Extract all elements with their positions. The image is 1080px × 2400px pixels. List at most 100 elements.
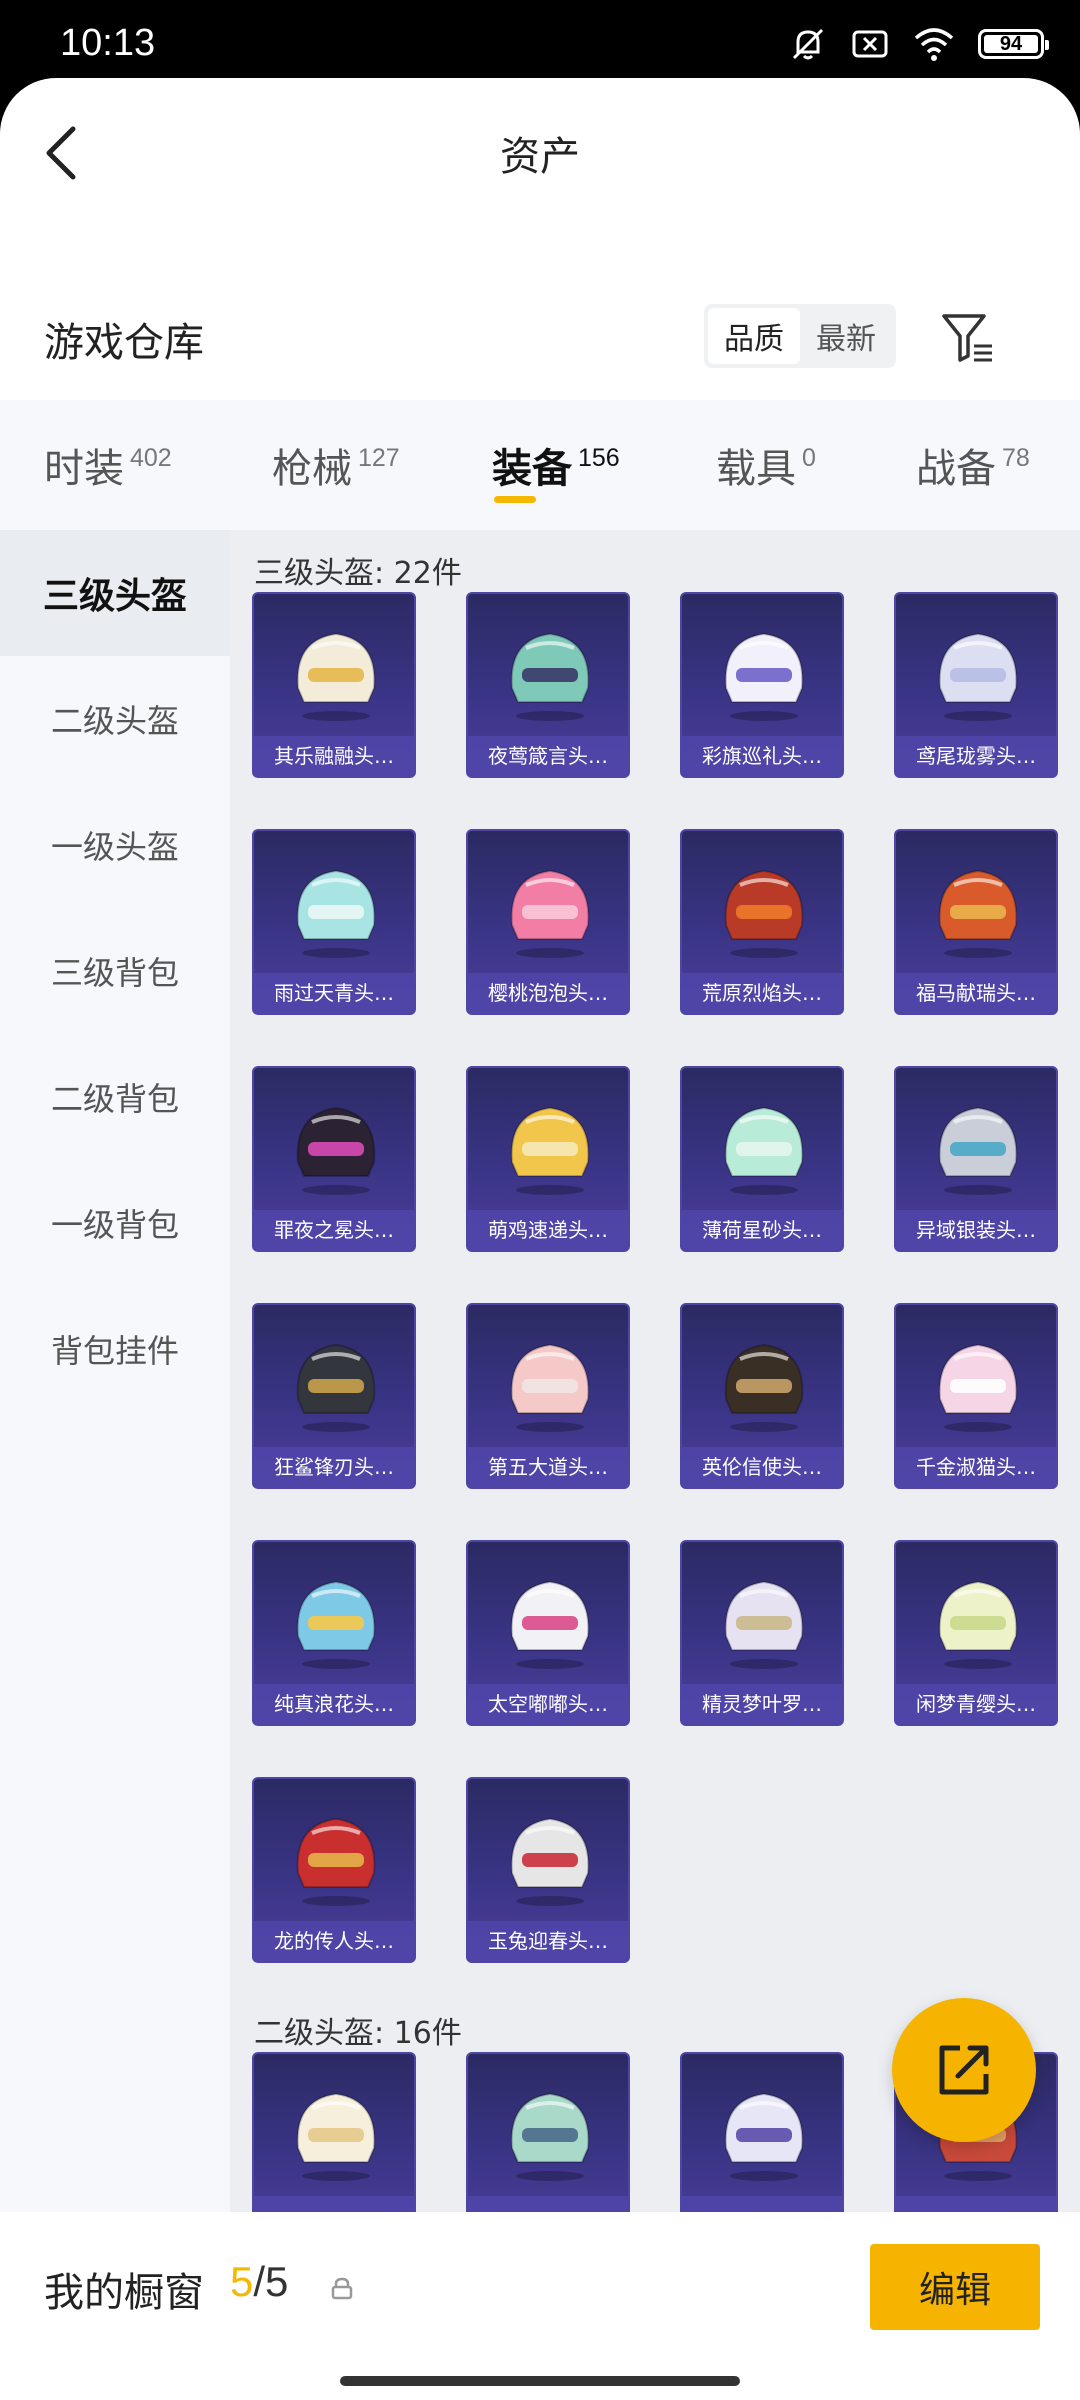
item-card[interactable]: 罪夜之冕头…	[252, 1066, 416, 1252]
helmet-icon	[296, 1106, 376, 1195]
helmet-icon	[510, 2092, 590, 2181]
tab-equipment[interactable]: 装备 156	[492, 400, 620, 530]
item-card[interactable]: 纯真浪花头…	[252, 1540, 416, 1726]
helmet-icon	[296, 869, 376, 958]
item-name: 鸢尾珑雾头…	[896, 736, 1056, 776]
item-card[interactable]	[680, 2052, 844, 2238]
filter-button[interactable]	[938, 308, 998, 368]
item-card[interactable]: 太空嘟嘟头…	[466, 1540, 630, 1726]
sidebar-item-backpack-charm[interactable]: 背包挂件	[0, 1286, 230, 1412]
helmet-icon	[938, 632, 1018, 721]
item-card[interactable]: 萌鸡速递头…	[466, 1066, 630, 1252]
active-tab-indicator	[494, 496, 536, 503]
tab-count: 127	[358, 443, 400, 472]
tab-label: 战备	[916, 446, 996, 492]
helmet-icon	[296, 1343, 376, 1432]
item-name: 樱桃泡泡头…	[468, 973, 628, 1013]
item-card[interactable]: 樱桃泡泡头…	[466, 829, 630, 1015]
item-name: 精灵梦叶罗…	[682, 1684, 842, 1724]
item-name: 千金淑猫头…	[896, 1447, 1056, 1487]
tab-count: 156	[578, 443, 620, 472]
helmet-icon	[296, 2092, 376, 2181]
filter-icon	[942, 314, 992, 362]
showcase-max: 5	[265, 2258, 289, 2305]
share-button[interactable]	[892, 1998, 1036, 2142]
helmet-icon	[510, 632, 590, 721]
item-name: 萌鸡速递头…	[468, 1210, 628, 1250]
showcase-current: 5	[230, 2258, 254, 2305]
battery-icon: 94	[978, 29, 1049, 59]
sort-option-quality[interactable]: 品质	[708, 308, 800, 364]
helmet-icon	[938, 1580, 1018, 1669]
item-card[interactable]: 龙的传人头…	[252, 1777, 416, 1963]
item-card[interactable]: 狂鲨锋刃头…	[252, 1303, 416, 1489]
showcase-label: 我的橱窗	[44, 2270, 204, 2316]
warehouse-title: 游戏仓库	[44, 320, 204, 366]
header: 资产	[0, 78, 1080, 228]
helmet-icon	[510, 1580, 590, 1669]
helmet-icon	[510, 1343, 590, 1432]
item-card[interactable]: 第五大道头…	[466, 1303, 630, 1489]
tab-label: 装备	[492, 446, 572, 492]
sidebar-item-level1-backpack[interactable]: 一级背包	[0, 1160, 230, 1286]
item-card[interactable]: 夜莺箴言头…	[466, 592, 630, 778]
sort-option-latest[interactable]: 最新	[800, 308, 892, 364]
item-name: 福马献瑞头…	[896, 973, 1056, 1013]
item-card[interactable]: 英伦信使头…	[680, 1303, 844, 1489]
tab-supplies[interactable]: 战备 78	[916, 400, 1030, 530]
sim-off-icon	[852, 30, 888, 58]
item-name: 罪夜之冕头…	[254, 1210, 414, 1250]
helmet-icon	[296, 1817, 376, 1906]
helmet-icon	[510, 869, 590, 958]
showcase-bar: 我的橱窗 5/5 编辑	[0, 2212, 1080, 2400]
tab-vehicles[interactable]: 载具 0	[716, 400, 816, 530]
sidebar-item-level2-backpack[interactable]: 二级背包	[0, 1034, 230, 1160]
tab-label: 时装	[44, 446, 124, 492]
item-name: 荒原烈焰头…	[682, 973, 842, 1013]
item-name: 异域银装头…	[896, 1210, 1056, 1250]
item-card[interactable]: 福马献瑞头…	[894, 829, 1058, 1015]
edit-button[interactable]: 编辑	[870, 2244, 1040, 2330]
helmet-icon	[724, 2092, 804, 2181]
item-card[interactable]: 异域银装头…	[894, 1066, 1058, 1252]
helmet-icon	[296, 632, 376, 721]
page: 资产 游戏仓库 品质 最新 时装 402 枪械 127 装备 156 载具 0	[0, 78, 1080, 2400]
item-card[interactable]: 雨过天青头…	[252, 829, 416, 1015]
helmet-icon	[510, 1817, 590, 1906]
sidebar-item-level3-backpack[interactable]: 三级背包	[0, 908, 230, 1034]
item-name: 狂鲨锋刃头…	[254, 1447, 414, 1487]
helmet-icon	[724, 1106, 804, 1195]
item-card[interactable]: 薄荷星砂头…	[680, 1066, 844, 1252]
group-title: 三级头盔: 22件	[254, 556, 462, 591]
sort-toggle: 品质 最新	[704, 304, 896, 368]
tab-weapons[interactable]: 枪械 127	[272, 400, 400, 530]
tab-count: 78	[1002, 443, 1030, 472]
tab-count: 0	[802, 443, 816, 472]
tab-label: 枪械	[272, 446, 352, 492]
item-card[interactable]: 千金淑猫头…	[894, 1303, 1058, 1489]
item-card[interactable]: 精灵梦叶罗…	[680, 1540, 844, 1726]
category-tabs: 时装 402 枪械 127 装备 156 载具 0 战备 78	[0, 400, 1080, 530]
item-card[interactable]: 鸢尾珑雾头…	[894, 592, 1058, 778]
lock-icon	[331, 2277, 353, 2300]
item-name: 纯真浪花头…	[254, 1684, 414, 1724]
status-time: 10:13	[60, 22, 156, 64]
wifi-icon	[914, 28, 954, 61]
item-card[interactable]: 玉兔迎春头…	[466, 1777, 630, 1963]
sidebar-item-level3-helmet[interactable]: 三级头盔	[0, 530, 230, 656]
status-bar: 10:13 94	[0, 0, 1080, 80]
item-name: 夜莺箴言头…	[468, 736, 628, 776]
item-card[interactable]	[252, 2052, 416, 2238]
item-card[interactable]: 彩旗巡礼头…	[680, 592, 844, 778]
sidebar-item-level2-helmet[interactable]: 二级头盔	[0, 656, 230, 782]
helmet-icon	[724, 1343, 804, 1432]
item-name: 玉兔迎春头…	[468, 1921, 628, 1961]
item-name: 彩旗巡礼头…	[682, 736, 842, 776]
item-card[interactable]: 闲梦青缨头…	[894, 1540, 1058, 1726]
showcase-separator: /	[253, 2258, 266, 2305]
tab-fashion[interactable]: 时装 402	[44, 400, 172, 530]
item-card[interactable]: 荒原烈焰头…	[680, 829, 844, 1015]
item-card[interactable]: 其乐融融头…	[252, 592, 416, 778]
item-card[interactable]	[466, 2052, 630, 2238]
sidebar-item-level1-helmet[interactable]: 一级头盔	[0, 782, 230, 908]
